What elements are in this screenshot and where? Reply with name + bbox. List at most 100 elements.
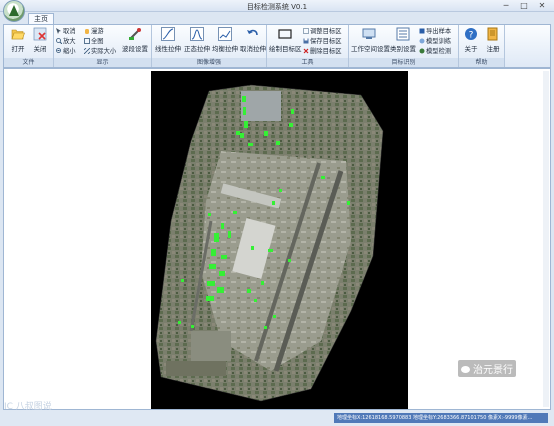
cancel-stretch-button[interactable]: 取消拉伸: [239, 27, 267, 57]
detection-box: [181, 279, 184, 282]
detection-box: [214, 233, 219, 242]
building-block: [241, 91, 281, 121]
detection-box: [178, 321, 181, 324]
cancel-stretch-label: 取消拉伸: [240, 45, 266, 53]
category-settings-button[interactable]: 类别设置: [389, 27, 417, 57]
detection-box: [207, 281, 215, 286]
satellite-image[interactable]: [151, 71, 408, 409]
detection-box: [289, 123, 293, 127]
image-canvas[interactable]: [151, 71, 408, 409]
watermark-right: 治元景行: [458, 360, 516, 377]
detection-box: [272, 201, 275, 205]
detection-box: [347, 201, 350, 205]
pan-button[interactable]: 漫游: [84, 27, 104, 36]
zoom-in-label: 放大: [63, 38, 76, 45]
group-tools-caption: 工具: [267, 58, 348, 67]
normal-stretch-button[interactable]: 正态拉伸: [183, 27, 211, 57]
export-icon: [419, 28, 425, 34]
cancel-tool-label: 取消: [63, 28, 76, 35]
detection-box: [268, 249, 273, 252]
adjust-target-button[interactable]: 调整目标区: [303, 27, 341, 36]
coordinate-readout: 地理坐标X:12618168.5970883 地理坐标Y:2683366.871…: [334, 413, 548, 423]
detection-box: [276, 141, 280, 145]
equalize-stretch-button[interactable]: 均衡拉伸: [211, 27, 239, 57]
status-bar: 地理坐标X:12618168.5970883 地理坐标Y:2683366.871…: [0, 410, 554, 426]
delete-target-label: 删除目标区: [310, 48, 342, 55]
detection-box: [240, 133, 244, 138]
zoom-out-label: 缩小: [63, 48, 76, 55]
draw-target-button[interactable]: 绘制目标区: [269, 27, 302, 57]
workspace-icon: [362, 28, 376, 39]
equalize-stretch-icon: [218, 27, 232, 41]
band-settings-button[interactable]: 波段设置: [120, 27, 150, 57]
band-settings-icon: [129, 28, 141, 40]
detection-box: [288, 259, 291, 262]
zoom-in-icon: [56, 38, 62, 44]
category-settings-label: 类别设置: [390, 45, 416, 53]
detection-box: [219, 271, 225, 276]
actual-size-button[interactable]: 实际大小: [84, 47, 116, 56]
detection-box: [244, 121, 248, 128]
detection-box: [208, 213, 211, 216]
full-extent-label: 全图: [91, 38, 104, 45]
detection-box: [211, 249, 216, 256]
chat-bubble-icon: [461, 366, 470, 373]
detection-box: [251, 246, 254, 250]
detection-box: [248, 143, 253, 146]
linear-stretch-button[interactable]: 线性拉伸: [154, 27, 182, 57]
pan-label: 漫游: [91, 28, 104, 35]
delete-target-button[interactable]: 删除目标区: [303, 47, 341, 56]
band-settings-label: 波段设置: [122, 45, 148, 53]
zoom-out-button[interactable]: 缩小: [56, 47, 76, 56]
linear-stretch-label: 线性拉伸: [155, 45, 181, 53]
app-logo-icon[interactable]: [3, 0, 25, 22]
group-enhance-caption: 图像增强: [152, 58, 266, 67]
train-icon: [419, 38, 425, 44]
minimize-button[interactable]: ─: [498, 1, 514, 11]
building-block: [191, 331, 231, 361]
open-label: 打开: [11, 45, 25, 53]
export-samples-button[interactable]: 导出样本: [419, 27, 451, 36]
detection-box: [321, 176, 325, 179]
group-enhance: 线性拉伸 正态拉伸 均衡拉伸 取消拉伸 图像增强: [152, 25, 267, 67]
detection-box: [261, 281, 264, 285]
detection-box: [242, 96, 246, 102]
actual-size-icon: [84, 48, 90, 54]
register-button[interactable]: 注册: [483, 27, 503, 57]
group-help: ? 关于 注册 帮助: [459, 25, 505, 67]
ribbon: 打开 关闭 文件 取消 漫游 放大 全图 缩小 实际大小 波段设置 显示 线性拉…: [3, 24, 551, 68]
maximize-button[interactable]: □: [516, 1, 532, 11]
close-window-button[interactable]: ✕: [534, 1, 550, 11]
full-extent-button[interactable]: 全图: [84, 37, 104, 46]
svg-text:?: ?: [469, 31, 474, 41]
group-file: 打开 关闭 文件: [4, 25, 54, 67]
save-target-button[interactable]: 保存目标区: [303, 37, 341, 46]
linear-stretch-icon: [161, 27, 175, 41]
model-detect-label: 模型检测: [426, 48, 452, 55]
equalize-stretch-label: 均衡拉伸: [212, 45, 238, 53]
save-icon: [303, 38, 309, 44]
model-train-button[interactable]: 模型训练: [419, 37, 451, 46]
workspace-settings-button[interactable]: 工作空间设置: [351, 27, 390, 57]
group-help-caption: 帮助: [459, 58, 504, 67]
detection-box: [291, 109, 294, 114]
vertical-scrollbar[interactable]: [543, 71, 549, 407]
detection-box: [217, 287, 224, 293]
zoom-in-button[interactable]: 放大: [56, 37, 76, 46]
tab-home[interactable]: 主页: [28, 13, 54, 24]
model-detect-button[interactable]: 模型检测: [419, 47, 451, 56]
full-extent-icon: [84, 38, 90, 44]
title-bar: 目标检测系统 V0.1 ─ □ ✕: [0, 0, 554, 12]
cursor-icon: [56, 28, 61, 34]
group-display: 取消 漫游 放大 全图 缩小 实际大小 波段设置 显示: [54, 25, 152, 67]
about-button[interactable]: ? 关于: [461, 27, 481, 57]
export-samples-label: 导出样本: [426, 28, 452, 35]
rectangle-icon: [278, 29, 292, 39]
list-icon: [396, 27, 410, 41]
cancel-tool-button[interactable]: 取消: [56, 27, 76, 36]
close-file-button[interactable]: 关闭: [30, 27, 50, 57]
detection-box: [236, 131, 240, 135]
actual-size-label: 实际大小: [91, 48, 117, 55]
watermark-right-text: 治元景行: [473, 365, 513, 376]
open-button[interactable]: 打开: [8, 27, 28, 57]
